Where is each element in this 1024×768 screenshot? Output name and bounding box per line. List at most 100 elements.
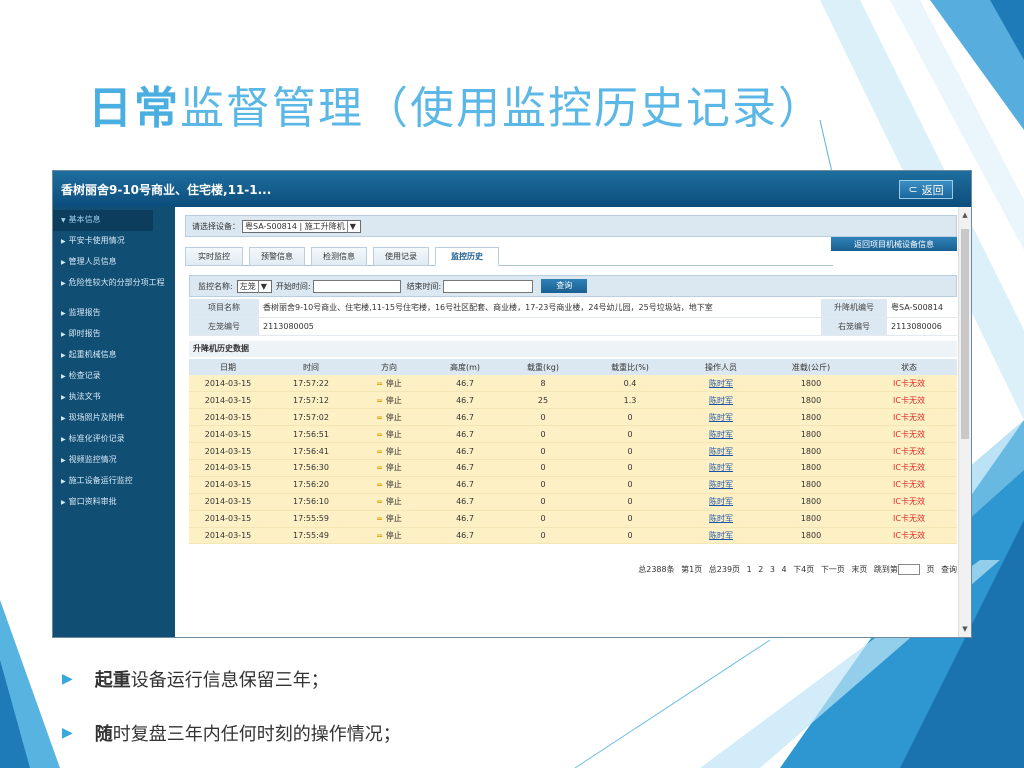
- last-page-link[interactable]: 末页: [851, 565, 867, 574]
- page-link-4[interactable]: 4: [782, 565, 787, 574]
- cell-date: 2014-03-15: [189, 510, 267, 528]
- tab-inspection-info[interactable]: 检测信息: [311, 247, 367, 266]
- cell-operator[interactable]: 陈时军: [681, 442, 761, 460]
- cell-load: 0: [507, 527, 579, 545]
- cell-operator[interactable]: 陈时军: [681, 510, 761, 528]
- table-row: 2014-03-15 17:56:10 = 停止 46.7 0 0 陈时军 1800 IC卡无效: [189, 493, 957, 511]
- sidebar-item-standard-evaluation[interactable]: ▶ 标准化评价记录: [53, 429, 175, 450]
- query-button[interactable]: 查询: [541, 279, 588, 293]
- next-4-pages-link[interactable]: 下4页: [793, 565, 814, 574]
- next-page-link[interactable]: 下一页: [821, 565, 845, 574]
- triangle-right-icon: ▶: [61, 436, 66, 443]
- page-link-3[interactable]: 3: [770, 565, 775, 574]
- cell-operator[interactable]: 陈时军: [681, 493, 761, 511]
- sidebar-item-site-photos[interactable]: ▶ 现场照片及附件: [53, 408, 175, 429]
- sidebar-item-label: 危险性较大的分部分项工程: [68, 278, 165, 287]
- sidebar-item-basic-info[interactable]: ▼ 基本信息: [53, 210, 153, 231]
- cell-load-ratio: 1.3: [579, 391, 681, 410]
- cell-operator[interactable]: 陈时军: [681, 476, 761, 494]
- sidebar-item-dangerous-works[interactable]: ▶ 危险性较大的分部分项工程: [53, 273, 175, 303]
- cell-height: 46.7: [423, 527, 507, 545]
- triangle-right-icon: ▶: [61, 259, 66, 266]
- page-link-1[interactable]: 1: [747, 565, 752, 574]
- cell-status: IC卡无效: [861, 442, 957, 460]
- table-row: 2014-03-15 17:56:41 = 停止 46.7 0 0 陈时军 1800 IC卡无效: [189, 442, 957, 460]
- scrollbar-thumb[interactable]: [961, 229, 969, 439]
- direction-text: 停止: [385, 480, 402, 490]
- direction-text: 停止: [385, 446, 402, 456]
- back-button[interactable]: ⊂ 返回: [899, 180, 953, 199]
- device-select[interactable]: 粤SA-S00814 | 施工升降机 ▼: [242, 219, 361, 233]
- sidebar-item-managers[interactable]: ▶ 管理人员信息: [53, 252, 175, 273]
- triangle-right-icon: ▶: [61, 394, 66, 401]
- sidebar: ▼ 基本信息 ▶ 平安卡使用情况 ▶ 管理人员信息 ▶ 危险性较大的分部分项工程 ▶ 监理…: [53, 207, 175, 637]
- sidebar-item-label: 检查记录: [68, 371, 101, 380]
- cell-time: 17:56:41: [267, 442, 355, 460]
- cell-time: 17:56:20: [267, 476, 355, 494]
- sidebar-item-safety-card[interactable]: ▶ 平安卡使用情况: [53, 231, 175, 252]
- cell-status: IC卡无效: [861, 425, 957, 444]
- app-window: 香树丽舍9-10号商业、住宅楼,11-1... ⊂ 返回 ▼ 基本信息 ▶ 平安卡使…: [52, 170, 972, 638]
- cell-height: 46.7: [423, 476, 507, 494]
- sidebar-item-instant-report[interactable]: ▶ 即时报告: [53, 324, 175, 345]
- elevator-no-label: 升降机编号: [821, 299, 887, 318]
- cell-load-ratio: 0: [579, 425, 681, 444]
- cell-operator[interactable]: 陈时军: [681, 408, 761, 427]
- direction-text: 停止: [385, 497, 402, 507]
- cell-operator[interactable]: 陈时军: [681, 527, 761, 545]
- project-name-label: 项目名称: [189, 299, 259, 318]
- cell-date: 2014-03-15: [189, 442, 267, 460]
- stop-equals-icon: =: [376, 395, 386, 405]
- cell-operator[interactable]: 陈时军: [681, 425, 761, 444]
- cell-load: 0: [507, 425, 579, 444]
- vertical-scrollbar[interactable]: ▲ ▼: [958, 207, 971, 637]
- sidebar-item-law-docs[interactable]: ▶ 执法文书: [53, 387, 175, 408]
- monitor-name-select[interactable]: 左笼 ▼: [236, 279, 272, 293]
- project-title: 香树丽舍9-10号商业、住宅楼,11-1...: [61, 182, 272, 197]
- sidebar-item-label: 监理报告: [68, 308, 101, 317]
- device-label: 请选择设备：: [192, 221, 240, 231]
- sidebar-item-inspection-records[interactable]: ▶ 检查记录: [53, 366, 175, 387]
- sidebar-item-video-monitoring[interactable]: ▶ 视频监控情况: [53, 450, 175, 471]
- back-arrow-icon: ⊂: [908, 183, 918, 196]
- elevator-no-value: 粤SA-S00814: [887, 299, 957, 318]
- tab-usage-records[interactable]: 使用记录: [373, 247, 429, 266]
- tab-warning-info[interactable]: 预警信息: [249, 247, 305, 266]
- sidebar-item-label: 窗口资料审批: [68, 497, 117, 506]
- monitor-select-value: 左笼: [239, 281, 256, 291]
- cell-operator[interactable]: 陈时军: [681, 391, 761, 410]
- sidebar-item-supervision-report[interactable]: ▶ 监理报告: [53, 303, 175, 324]
- page-link-2[interactable]: 2: [758, 565, 763, 574]
- end-time-input[interactable]: [443, 279, 534, 293]
- sidebar-item-crane-info[interactable]: ▶ 起重机械信息: [53, 345, 175, 366]
- sidebar-item-equipment-monitoring[interactable]: ▶ 施工设备运行监控: [53, 471, 175, 492]
- stop-equals-icon: =: [376, 429, 386, 439]
- triangle-right-icon: ▶: [61, 352, 66, 359]
- slide-title-bold: 日常: [88, 83, 180, 134]
- cell-rated-load: 1800: [761, 459, 861, 477]
- cell-direction: = 停止: [355, 476, 423, 494]
- app-header: 香树丽舍9-10号商业、住宅楼,11-1... ⊂ 返回: [53, 171, 971, 207]
- device-select-bar: 请选择设备： 粤SA-S00814 | 施工升降机 ▼: [185, 215, 957, 237]
- sidebar-item-label: 即时报告: [68, 329, 101, 338]
- cell-operator[interactable]: 陈时军: [681, 375, 761, 393]
- cell-load-ratio: 0: [579, 442, 681, 460]
- triangle-right-icon: ▶: [61, 478, 66, 485]
- cell-operator[interactable]: 陈时军: [681, 459, 761, 477]
- tab-monitor-history[interactable]: 监控历史: [435, 247, 499, 266]
- direction-text: 停止: [385, 463, 402, 473]
- scroll-up-icon[interactable]: ▲: [959, 211, 971, 219]
- tab-realtime-monitor[interactable]: 实时监控: [185, 247, 243, 266]
- bullet-2-text: 时复盘三年内任何时刻的操作情况；: [112, 724, 401, 745]
- chevron-down-icon: ▼: [257, 280, 269, 293]
- history-section-title: 升降机历史数据: [189, 341, 957, 357]
- return-equipment-info-button[interactable]: 返回项目机械设备信息: [831, 237, 957, 251]
- bullet-2-bold: 随: [94, 724, 113, 745]
- scroll-down-icon[interactable]: ▼: [959, 625, 971, 633]
- project-info-table: 项目名称 香树丽舍9-10号商业、住宅楼,11-15号住宅楼，16号社区配套、商…: [189, 299, 957, 336]
- start-time-input[interactable]: [312, 279, 401, 293]
- page-go-button[interactable]: 查询: [941, 565, 957, 574]
- page-jump-input[interactable]: [897, 564, 920, 575]
- sidebar-item-label: 执法文书: [68, 392, 101, 401]
- sidebar-item-window-approval[interactable]: ▶ 窗口资料审批: [53, 492, 175, 513]
